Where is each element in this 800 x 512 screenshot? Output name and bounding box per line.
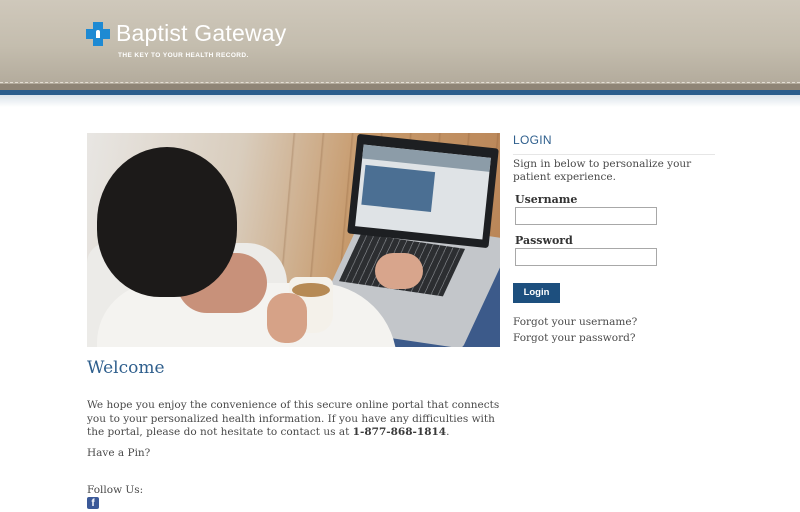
header-band-fade (0, 95, 800, 107)
hero-photo (87, 133, 500, 347)
facebook-icon[interactable]: f (87, 497, 99, 509)
login-title: LOGIN (513, 133, 552, 147)
forgot-username-link[interactable]: Forgot your username? (513, 316, 637, 328)
forgot-password-link[interactable]: Forgot your password? (513, 332, 635, 344)
password-field[interactable] (515, 248, 657, 266)
follow-us-label: Follow Us: (87, 484, 144, 496)
header-divider (0, 82, 800, 83)
brand-name: Baptist Gateway (116, 20, 287, 46)
login-description: Sign in below to personalize your patien… (513, 158, 692, 183)
medical-cross-keyhole-icon (86, 22, 110, 46)
password-label: Password (515, 234, 573, 247)
welcome-intro: We hope you enjoy the convenience of thi… (87, 399, 500, 438)
username-label: Username (515, 193, 578, 206)
support-phone: 1-877-868-1814 (352, 426, 447, 438)
username-field[interactable] (515, 207, 657, 225)
brand-tagline: THE KEY TO YOUR HEALTH RECORD. (118, 52, 249, 59)
login-divider (513, 154, 715, 155)
welcome-heading: Welcome (87, 358, 165, 378)
have-pin-link[interactable]: Have a Pin? (87, 447, 150, 459)
login-button[interactable]: Login (513, 283, 560, 303)
